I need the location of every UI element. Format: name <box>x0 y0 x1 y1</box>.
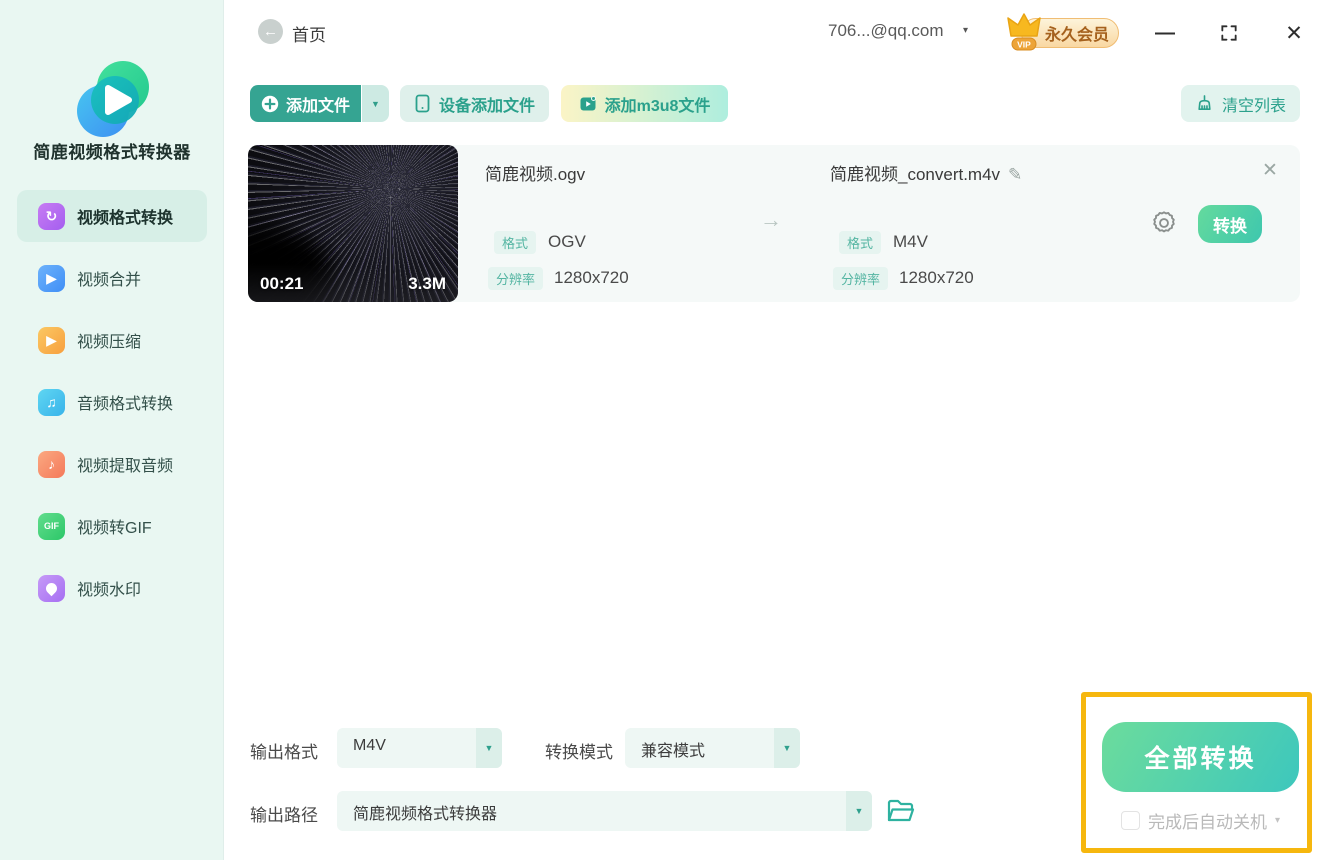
app-title: 简鹿视频格式转换器 <box>33 143 191 162</box>
vip-label: 永久会员 <box>1044 27 1109 44</box>
sidebar-menu: ↻ 视频格式转换 ▶ 视频合并 ▶ 视频压缩 ♫ 音频格式转换 ♪ 视频提取音频… <box>0 190 224 624</box>
gif-icon: GIF <box>38 512 65 540</box>
source-format-value: OGV <box>548 232 586 251</box>
convert-all-button[interactable]: 全部转换 <box>1102 722 1299 792</box>
sidebar-item-label: 视频转GIF <box>77 520 152 537</box>
sidebar-item-video-merge[interactable]: ▶ 视频合并 <box>17 252 207 304</box>
sidebar-item-label: 视频提取音频 <box>77 458 174 475</box>
sidebar-item-watermark[interactable]: 视频水印 <box>17 562 207 614</box>
add-file-button[interactable]: 添加文件 <box>250 85 361 122</box>
output-format-select[interactable]: M4V ▼ <box>337 728 502 768</box>
sidebar-item-label: 音频格式转换 <box>77 396 174 413</box>
add-m3u8-label: 添加m3u8文件 <box>604 97 711 115</box>
device-add-file-button[interactable]: 设备添加文件 <box>400 85 549 122</box>
audio-extract-icon: ♪ <box>38 450 65 478</box>
sidebar-item-video-to-gif[interactable]: GIF 视频转GIF <box>17 500 207 552</box>
convert-button[interactable]: 转换 <box>1198 205 1262 243</box>
caret-down-icon: ▼ <box>476 728 502 768</box>
resolution-badge: 分辨率 <box>488 267 544 290</box>
account-email[interactable]: 706...@qq.com <box>828 21 944 41</box>
back-button[interactable]: ← <box>258 19 283 44</box>
device-add-file-label: 设备添加文件 <box>438 97 535 115</box>
format-badge: 格式 <box>839 231 882 254</box>
sidebar: 简鹿视频格式转换器 ↻ 视频格式转换 ▶ 视频合并 ▶ 视频压缩 ♫ 音频格式转… <box>0 0 224 860</box>
video-file-icon <box>580 95 596 110</box>
close-icon: ✕ <box>1285 21 1303 45</box>
output-path-select[interactable]: 简鹿视频格式转换器 ▼ <box>337 791 872 831</box>
sidebar-item-label: 视频压缩 <box>77 334 142 351</box>
output-path-value: 简鹿视频格式转换器 <box>353 806 498 823</box>
phone-icon <box>415 94 430 113</box>
shutdown-option: 完成后自动关机 ▾ <box>1102 808 1299 833</box>
back-icon: ← <box>263 23 278 40</box>
add-file-label: 添加文件 <box>285 97 350 115</box>
target-resolution-value: 1280x720 <box>899 268 974 287</box>
sidebar-item-label: 视频水印 <box>77 582 142 599</box>
convert-mode-label: 转换模式 <box>545 743 613 762</box>
target-filename: 简鹿视频_convert.m4v ✎ <box>830 165 1023 185</box>
video-convert-icon: ↻ <box>38 202 65 230</box>
target-format-value: M4V <box>893 232 928 251</box>
sidebar-item-video-compress[interactable]: ▶ 视频压缩 <box>17 314 207 366</box>
crown-icon: VIP <box>1003 8 1045 52</box>
app-window: 简鹿视频格式转换器 ↻ 视频格式转换 ▶ 视频合并 ▶ 视频压缩 ♫ 音频格式转… <box>0 0 1326 860</box>
minimize-button[interactable]: — <box>1152 22 1178 44</box>
output-format-value: M4V <box>353 737 386 754</box>
sidebar-item-audio-extract[interactable]: ♪ 视频提取音频 <box>17 438 207 490</box>
add-m3u8-button[interactable]: 添加m3u8文件 <box>561 85 728 122</box>
video-compress-icon: ▶ <box>38 326 65 354</box>
caret-down-icon: ▼ <box>371 98 380 109</box>
shutdown-caret-icon[interactable]: ▾ <box>1275 815 1280 826</box>
app-logo-icon <box>67 55 157 145</box>
shutdown-label: 完成后自动关机 <box>1147 813 1267 832</box>
arrow-right-icon: → <box>760 207 782 232</box>
plus-circle-icon <box>261 95 279 112</box>
droplet-icon <box>43 580 60 596</box>
account-caret-icon[interactable]: ▾ <box>963 25 968 36</box>
close-window-button[interactable]: ✕ <box>1281 21 1307 45</box>
caret-down-icon: ▼ <box>774 728 800 768</box>
source-filename: 简鹿视频.ogv <box>485 165 586 184</box>
remove-file-icon[interactable]: ✕ <box>1262 159 1278 182</box>
settings-gear-icon[interactable] <box>1150 209 1178 237</box>
format-badge: 格式 <box>494 231 537 254</box>
shutdown-checkbox[interactable] <box>1120 811 1140 830</box>
video-duration: 00:21 <box>260 274 304 293</box>
page-title: 首页 <box>292 26 326 45</box>
output-path-label: 输出路径 <box>250 806 318 825</box>
convert-mode-value: 兼容模式 <box>641 743 706 760</box>
maximize-icon <box>1221 25 1237 41</box>
vip-small-text: VIP <box>1017 40 1031 50</box>
broom-icon <box>1198 95 1211 111</box>
caret-down-icon: ▼ <box>846 791 872 831</box>
sidebar-item-label: 视频格式转换 <box>77 210 174 227</box>
sidebar-item-audio-convert[interactable]: ♫ 音频格式转换 <box>17 376 207 428</box>
audio-convert-icon: ♫ <box>38 388 65 416</box>
vip-badge[interactable]: 永久会员 VIP <box>1003 12 1119 52</box>
clear-list-label: 清空列表 <box>1221 97 1286 115</box>
file-list-item: 00:21 3.3M 简鹿视频.ogv 格式 OGV 分辨率 1280x720 … <box>248 145 1300 302</box>
add-file-dropdown-caret[interactable]: ▼ <box>362 85 389 122</box>
sidebar-item-video-convert[interactable]: ↻ 视频格式转换 <box>17 190 207 242</box>
edit-filename-icon[interactable]: ✎ <box>1008 165 1022 185</box>
clear-list-button[interactable]: 清空列表 <box>1181 85 1300 122</box>
video-merge-icon: ▶ <box>38 264 65 292</box>
resolution-badge: 分辨率 <box>833 267 889 290</box>
output-format-label: 输出格式 <box>250 743 318 762</box>
video-filesize: 3.3M <box>408 274 446 293</box>
video-thumbnail[interactable]: 00:21 3.3M <box>248 145 458 302</box>
minimize-icon: — <box>1155 21 1175 44</box>
convert-mode-select[interactable]: 兼容模式 ▼ <box>625 728 800 768</box>
source-resolution-value: 1280x720 <box>554 268 629 287</box>
maximize-button[interactable] <box>1216 22 1242 44</box>
watermark-icon <box>38 574 65 602</box>
sidebar-item-label: 视频合并 <box>77 272 142 289</box>
open-folder-icon[interactable] <box>886 797 916 825</box>
